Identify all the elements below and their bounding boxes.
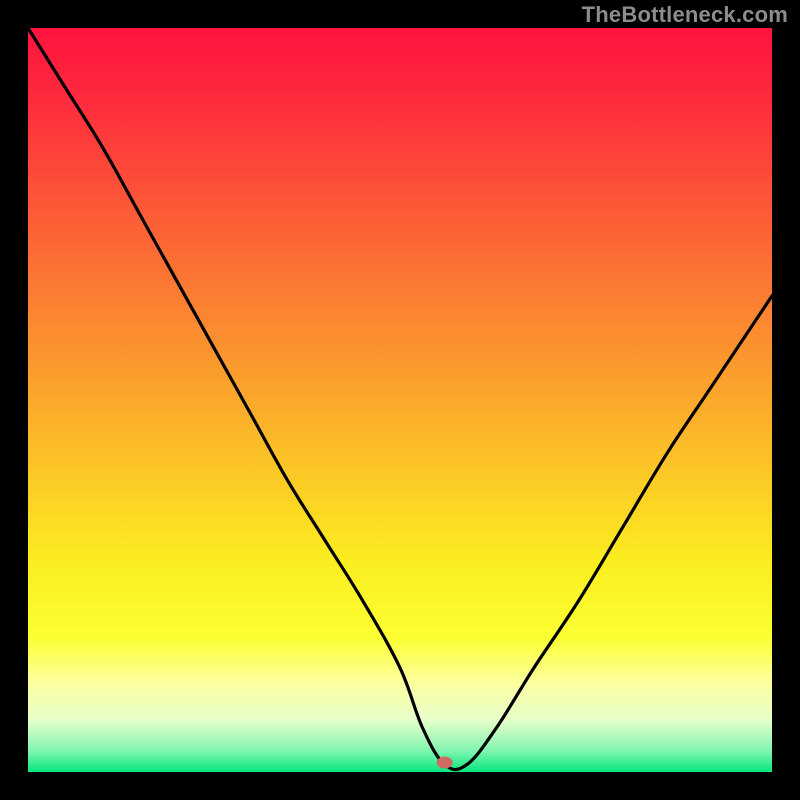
watermark-text: TheBottleneck.com bbox=[582, 2, 788, 28]
minimum-marker bbox=[437, 757, 453, 769]
gradient-background bbox=[28, 28, 772, 772]
chart-stage: TheBottleneck.com bbox=[0, 0, 800, 800]
bottleneck-chart bbox=[28, 28, 772, 772]
plot-area bbox=[28, 28, 772, 772]
